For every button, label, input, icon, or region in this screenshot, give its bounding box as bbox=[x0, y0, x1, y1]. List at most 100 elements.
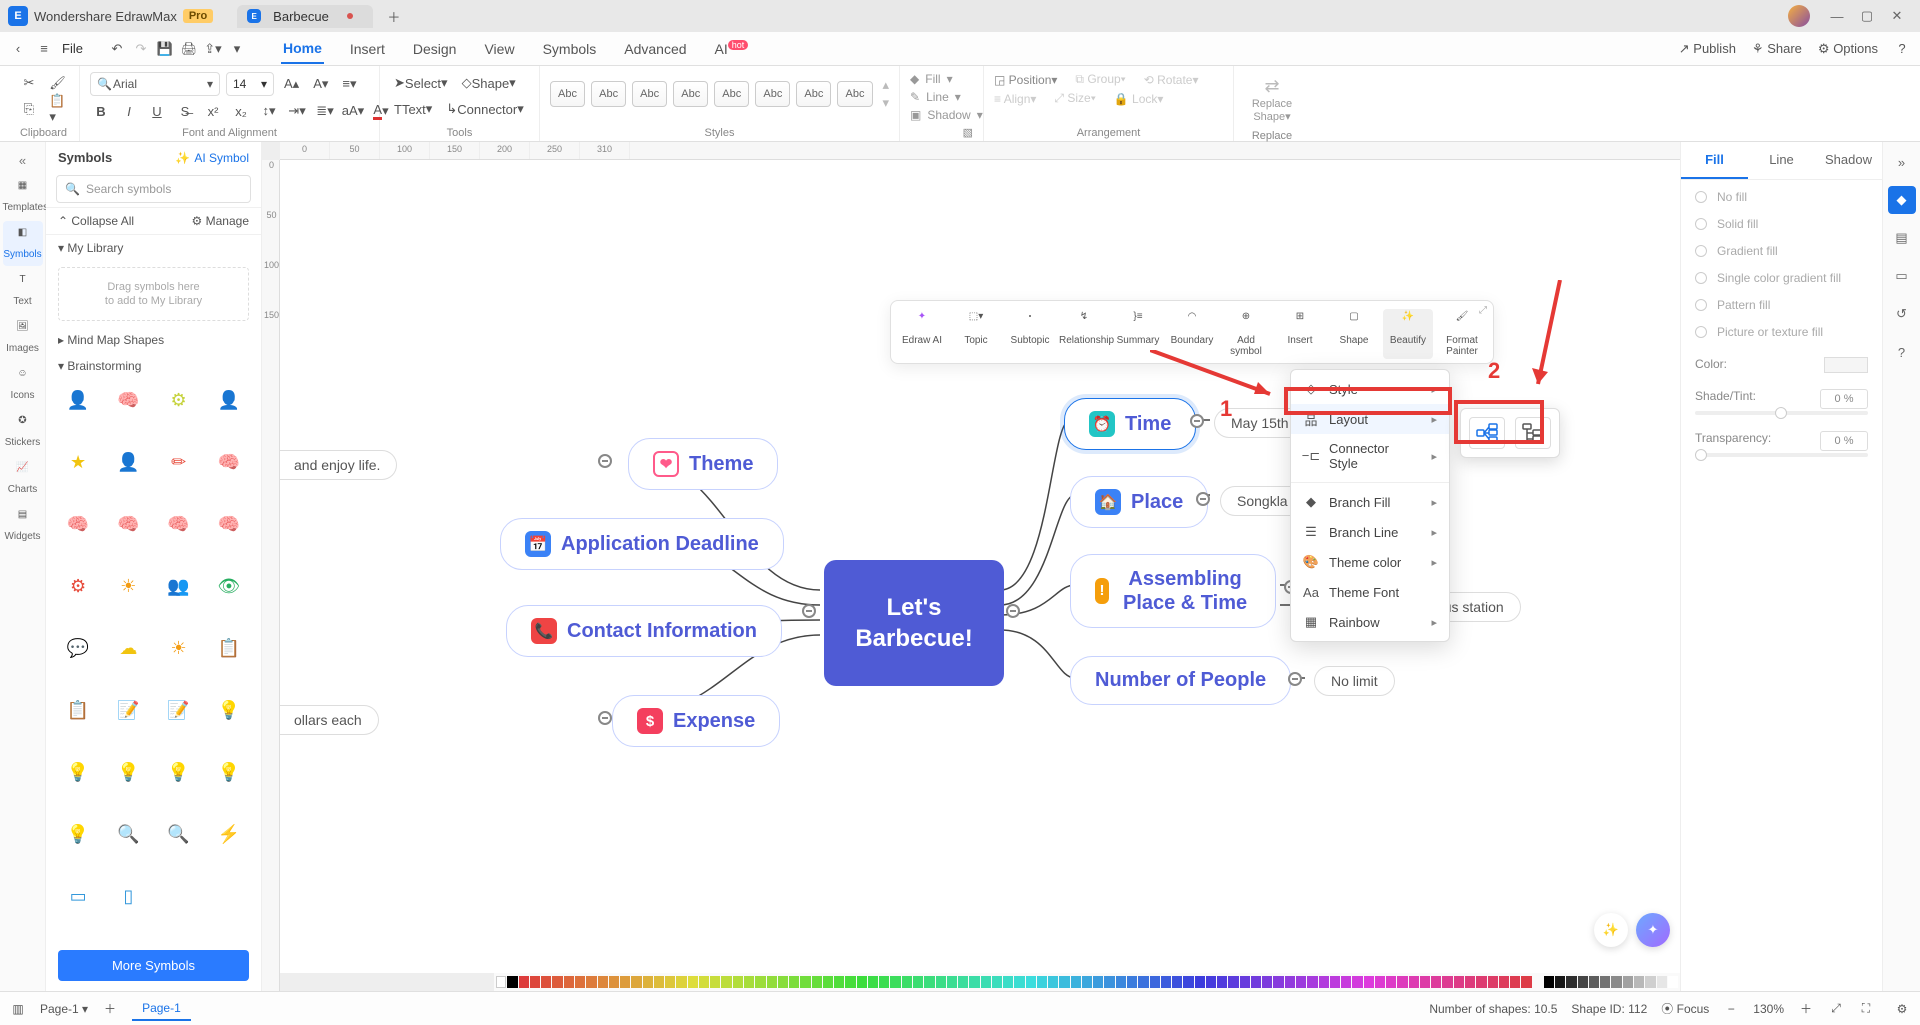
subscript-button[interactable]: x₂ bbox=[230, 100, 252, 122]
symbol-item[interactable]: 💡 bbox=[157, 756, 201, 790]
color-swatch[interactable] bbox=[936, 976, 946, 988]
shade-value[interactable]: 0 % bbox=[1820, 389, 1868, 409]
color-swatch[interactable] bbox=[1150, 976, 1160, 988]
node-assembling[interactable]: !Assembling Place & Time bbox=[1070, 554, 1276, 628]
node-center[interactable]: Let's Barbecue! bbox=[824, 560, 1004, 686]
save-icon[interactable]: 💾 bbox=[157, 41, 173, 57]
tab-symbols[interactable]: Symbols bbox=[541, 35, 599, 63]
color-swatch[interactable] bbox=[1589, 976, 1599, 988]
color-swatch[interactable] bbox=[1307, 976, 1317, 988]
color-swatch[interactable] bbox=[519, 976, 529, 988]
color-swatch[interactable] bbox=[1600, 976, 1610, 988]
symbol-item[interactable]: 🧠 bbox=[106, 383, 150, 417]
copy-button[interactable]: ⎘ bbox=[18, 98, 40, 120]
zoom-out[interactable]: − bbox=[1723, 1001, 1739, 1017]
ctx-connector-style[interactable]: −⊏Connector Style▸ bbox=[1291, 434, 1449, 478]
ft-formatpainter[interactable]: 🖌Format Painter bbox=[1437, 309, 1487, 359]
color-swatch[interactable] bbox=[1386, 976, 1396, 988]
color-swatch-box[interactable] bbox=[1824, 357, 1868, 373]
color-swatch[interactable] bbox=[1488, 976, 1498, 988]
format-brush-button[interactable]: 🖌 bbox=[46, 72, 69, 94]
tab-design[interactable]: Design bbox=[411, 35, 459, 63]
color-swatch[interactable] bbox=[1082, 976, 1092, 988]
lock-dropdown[interactable]: 🔒 Lock▾ bbox=[1114, 92, 1164, 106]
color-swatch[interactable] bbox=[812, 976, 822, 988]
transparency-slider[interactable] bbox=[1695, 453, 1868, 457]
color-swatch[interactable] bbox=[507, 976, 517, 988]
symbol-item[interactable]: 🔍 bbox=[157, 818, 201, 852]
fill-opt-gradient[interactable]: Gradient fill bbox=[1695, 244, 1868, 258]
tab-advanced[interactable]: Advanced bbox=[622, 35, 688, 63]
symbol-item[interactable]: 🧠 bbox=[207, 445, 251, 479]
color-swatch[interactable] bbox=[1003, 976, 1013, 988]
color-swatch[interactable] bbox=[1645, 976, 1655, 988]
style-swatch[interactable]: Abc bbox=[755, 81, 790, 107]
node-time[interactable]: ⏰Time bbox=[1064, 398, 1196, 450]
superscript-button[interactable]: x² bbox=[202, 100, 224, 122]
rightrail-history[interactable]: ↺ bbox=[1888, 300, 1916, 328]
rightrail-presentation[interactable]: ▭ bbox=[1888, 262, 1916, 290]
font-size-select[interactable]: 14▾ bbox=[226, 72, 274, 96]
fill-opt-single-gradient[interactable]: Single color gradient fill bbox=[1695, 271, 1868, 285]
color-swatch[interactable] bbox=[1657, 976, 1667, 988]
font-grow-button[interactable]: A▴ bbox=[280, 73, 303, 95]
color-swatch[interactable] bbox=[1048, 976, 1058, 988]
color-swatch[interactable] bbox=[1014, 976, 1024, 988]
symbol-item[interactable]: 👤 bbox=[207, 383, 251, 417]
color-swatch[interactable] bbox=[947, 976, 957, 988]
color-swatch[interactable] bbox=[1195, 976, 1205, 988]
symbol-item[interactable]: ☀ bbox=[157, 631, 201, 665]
symbol-item[interactable]: 🧠 bbox=[207, 507, 251, 541]
color-swatch[interactable] bbox=[643, 976, 653, 988]
shadow-dropdown[interactable]: ▣ Shadow▾ bbox=[910, 108, 973, 122]
pages-icon[interactable]: ▥ bbox=[10, 1001, 26, 1017]
symbol-item[interactable]: 💡 bbox=[207, 756, 251, 790]
color-swatch[interactable] bbox=[992, 976, 1002, 988]
settings-gear-icon[interactable]: ⚙ bbox=[1894, 1001, 1910, 1017]
window-close[interactable]: ✕ bbox=[1882, 5, 1912, 27]
rail-icons[interactable]: ☺Icons bbox=[3, 362, 43, 407]
paste-button[interactable]: 📋▾ bbox=[46, 98, 69, 120]
color-swatch[interactable] bbox=[800, 976, 810, 988]
color-swatch[interactable] bbox=[958, 976, 968, 988]
publish-button[interactable]: ↗ Publish bbox=[1679, 41, 1736, 57]
node-expense[interactable]: $Expense bbox=[612, 695, 780, 747]
color-swatch[interactable] bbox=[1521, 976, 1531, 988]
color-swatch[interactable] bbox=[710, 976, 720, 988]
node-handle[interactable] bbox=[598, 711, 612, 725]
color-swatch[interactable] bbox=[552, 976, 562, 988]
color-swatch[interactable] bbox=[1296, 976, 1306, 988]
symbol-item[interactable]: ⚙ bbox=[56, 569, 100, 603]
color-swatch[interactable] bbox=[1319, 976, 1329, 988]
color-swatch[interactable] bbox=[1104, 976, 1114, 988]
ft-shape[interactable]: ▢Shape bbox=[1329, 309, 1379, 359]
tab-ai[interactable]: AIhot bbox=[713, 35, 751, 63]
color-swatch[interactable] bbox=[1420, 976, 1430, 988]
color-swatch[interactable] bbox=[1668, 976, 1678, 988]
justify-button[interactable]: ≡▾ bbox=[338, 73, 360, 95]
symbol-item[interactable]: ▯ bbox=[106, 880, 150, 914]
options-button[interactable]: ⚙ Options bbox=[1818, 41, 1878, 57]
color-swatch[interactable] bbox=[1341, 976, 1351, 988]
italic-button[interactable]: I bbox=[118, 100, 140, 122]
fullscreen-icon[interactable]: ⛶ bbox=[1858, 1001, 1874, 1017]
rightrail-help[interactable]: ? bbox=[1888, 338, 1916, 366]
bullets-button[interactable]: ≣▾ bbox=[314, 100, 336, 122]
more-symbols-button[interactable]: More Symbols bbox=[58, 950, 249, 981]
color-swatch[interactable] bbox=[1566, 976, 1576, 988]
rightrail-expand[interactable]: » bbox=[1888, 148, 1916, 176]
color-bar[interactable]: /*placeholder*/ bbox=[494, 973, 1680, 991]
color-swatch[interactable] bbox=[834, 976, 844, 988]
color-swatch[interactable] bbox=[620, 976, 630, 988]
back-icon[interactable]: ‹ bbox=[10, 41, 26, 57]
style-swatch[interactable]: Abc bbox=[632, 81, 667, 107]
color-swatch[interactable] bbox=[1116, 976, 1126, 988]
color-swatch[interactable] bbox=[1240, 976, 1250, 988]
symbol-item[interactable]: 📝 bbox=[106, 694, 150, 728]
page-tab[interactable]: Page-1 bbox=[132, 997, 191, 1021]
node-handle[interactable] bbox=[598, 454, 612, 468]
color-swatch[interactable] bbox=[1375, 976, 1385, 988]
symbol-item[interactable]: 💡 bbox=[56, 818, 100, 852]
ft-edrawai[interactable]: ✦Edraw AI bbox=[897, 309, 947, 359]
layout-opt-1[interactable] bbox=[1469, 417, 1505, 449]
